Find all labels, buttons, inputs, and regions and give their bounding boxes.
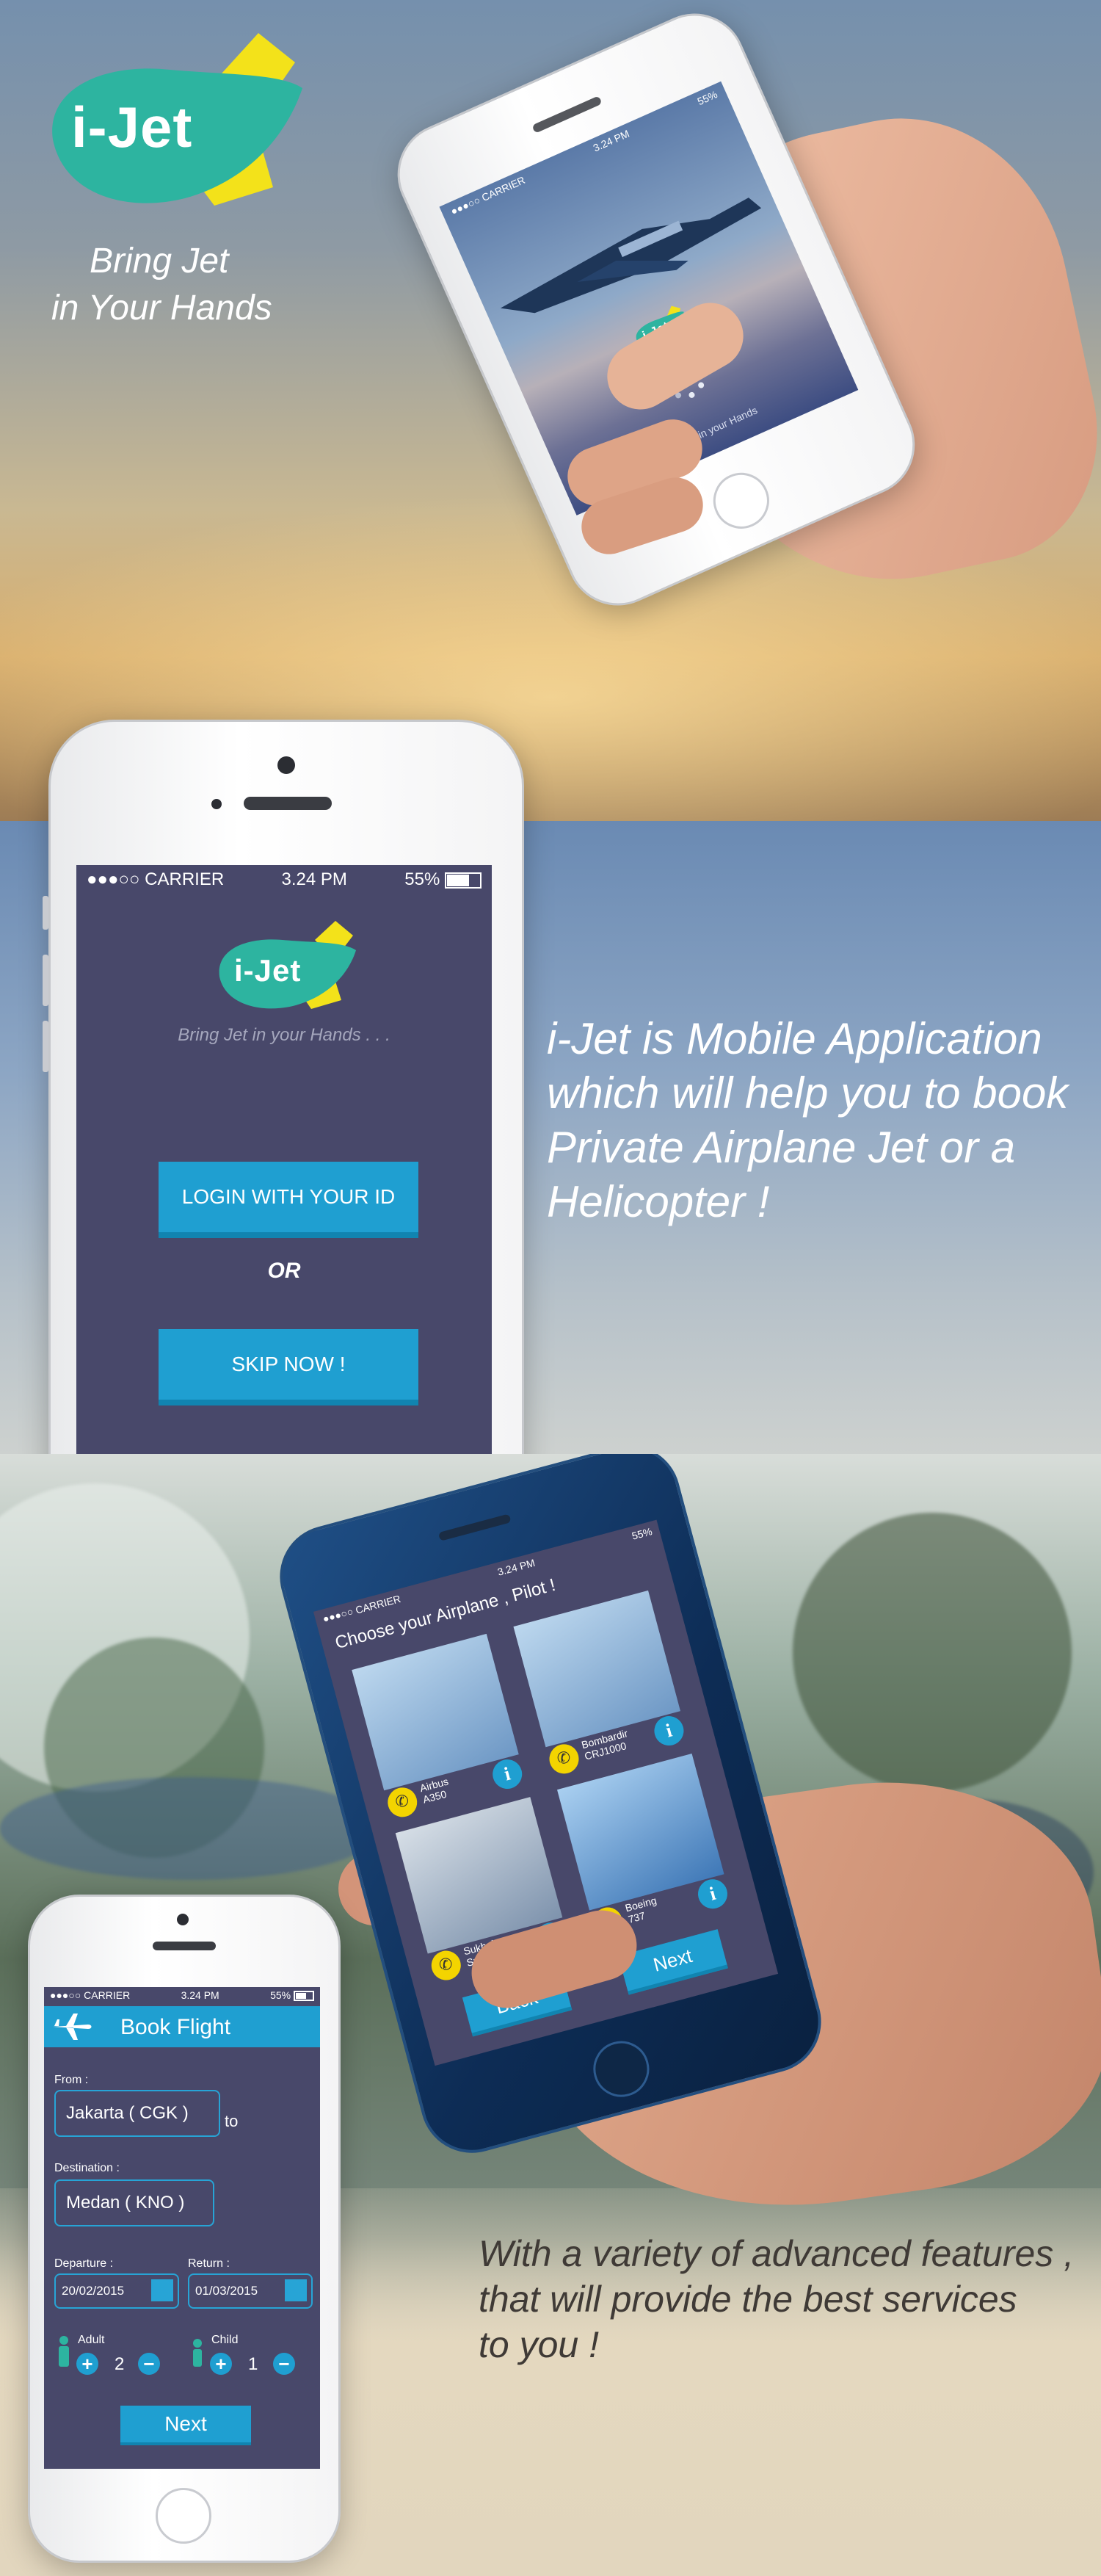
call-icon[interactable]: ✆: [428, 1947, 465, 1984]
adult-count: 2: [115, 2354, 125, 2374]
features-line2: that will provide the best services: [479, 2279, 1017, 2320]
child-minus-button[interactable]: −: [273, 2353, 295, 2375]
bokeh: [0, 1777, 382, 1880]
splash-battery: 55%: [695, 88, 719, 108]
battery-icon: [445, 872, 482, 889]
login-tagline: Bring Jet in your Hands . . .: [178, 1025, 390, 1045]
book-time: 3.24 PM: [181, 1989, 219, 2001]
child-label: Child: [211, 2334, 239, 2346]
or-text: OR: [267, 1259, 301, 1283]
from-label: From :: [54, 2074, 89, 2086]
login-battery: 55%: [404, 869, 440, 889]
book-header: Book Flight: [44, 2006, 320, 2047]
tagline-line1: Bring Jet: [90, 242, 229, 281]
login-with-id-button[interactable]: LOGIN WITH YOUR ID: [159, 1162, 418, 1238]
return-field[interactable]: 01/03/2015: [188, 2273, 313, 2309]
tagline-line2: in Your Hands: [51, 289, 272, 328]
bokeh: [793, 1513, 1072, 1792]
info-icon[interactable]: i: [694, 1875, 731, 1912]
calendar-icon[interactable]: [151, 2279, 173, 2301]
login-screen: ●●●○○ CARRIER 3.24 PM 55% i-Jet Bring Je…: [76, 865, 492, 1482]
info-icon[interactable]: i: [489, 1756, 526, 1792]
volume-button: [43, 1021, 48, 1072]
choose-battery: 55%: [631, 1525, 654, 1542]
adult-plus-button[interactable]: +: [76, 2353, 98, 2375]
book-screen: ●●●○○ CARRIER 3.24 PM 55% Book Flight Fr…: [44, 1987, 320, 2469]
departure-value: 20/02/2015: [62, 2284, 125, 2298]
adult-label: Adult: [78, 2334, 105, 2346]
battery-icon: [294, 1991, 314, 2002]
description-line1: i-Jet is Mobile Application: [547, 1014, 1042, 1063]
logo-text: i-Jet: [234, 953, 302, 988]
features-line3: to you !: [479, 2324, 599, 2365]
destination-label: Destination :: [54, 2162, 120, 2174]
volume-button: [43, 896, 48, 930]
login-logo: i-Jet: [212, 919, 359, 1015]
earpiece: [153, 1942, 216, 1950]
earpiece: [244, 797, 332, 810]
child-person-icon: [193, 2339, 202, 2367]
child-plus-button[interactable]: +: [210, 2353, 232, 2375]
front-camera: [277, 756, 295, 774]
calendar-icon[interactable]: [285, 2279, 307, 2301]
call-icon[interactable]: ✆: [384, 1784, 421, 1820]
book-battery: 55%: [270, 1989, 291, 2001]
skip-now-button[interactable]: SKIP NOW !: [159, 1329, 418, 1405]
info-icon[interactable]: i: [650, 1712, 687, 1749]
return-value: 01/03/2015: [195, 2284, 258, 2298]
login-time: 3.24 PM: [281, 869, 347, 889]
description-line3: Private Airplane Jet or a: [547, 1123, 1016, 1172]
sensor-dot: [211, 799, 222, 809]
choose-phone: ●●●○○ CARRIER 3.24 PM 55% Choose your Ai…: [268, 1454, 833, 2165]
logo-text: i-Jet: [71, 95, 193, 159]
home-button[interactable]: [156, 2488, 211, 2544]
volume-button: [43, 955, 48, 1006]
description-line2: which will help you to book: [547, 1068, 1069, 1118]
book-header-title: Book Flight: [120, 2015, 231, 2039]
hero-section: i-Jet Bring Jet in Your Hands ●●●○○ CARR…: [0, 0, 1101, 821]
adult-person-icon: [59, 2336, 69, 2367]
book-carrier: ●●●○○ CARRIER: [50, 1989, 131, 2001]
call-icon[interactable]: ✆: [545, 1740, 582, 1777]
departure-field[interactable]: 20/02/2015: [54, 2273, 179, 2309]
child-count: 1: [248, 2354, 258, 2374]
description-line4: Helicopter !: [547, 1177, 770, 1226]
adult-minus-button[interactable]: −: [138, 2353, 160, 2375]
airplane-icon: [53, 2014, 92, 2040]
return-label: Return :: [188, 2257, 230, 2270]
login-phone: ●●●○○ CARRIER 3.24 PM 55% i-Jet Bring Je…: [43, 720, 526, 1532]
battery-group: 55%: [270, 1989, 314, 2002]
login-carrier: ●●●○○ CARRIER: [87, 869, 225, 889]
features-line1: With a variety of advanced features ,: [479, 2233, 1075, 2274]
book-next-button[interactable]: Next: [120, 2406, 251, 2445]
departure-label: Departure :: [54, 2257, 114, 2270]
ijet-logo: i-Jet: [38, 29, 310, 220]
book-phone: ●●●○○ CARRIER 3.24 PM 55% Book Flight Fr…: [28, 1895, 341, 2563]
from-field[interactable]: Jakarta ( CGK ): [54, 2090, 220, 2137]
to-text: to: [225, 2112, 239, 2130]
destination-field[interactable]: Medan ( KNO ): [54, 2179, 214, 2226]
battery-group: 55%: [404, 869, 482, 890]
front-camera: [177, 1914, 189, 1925]
